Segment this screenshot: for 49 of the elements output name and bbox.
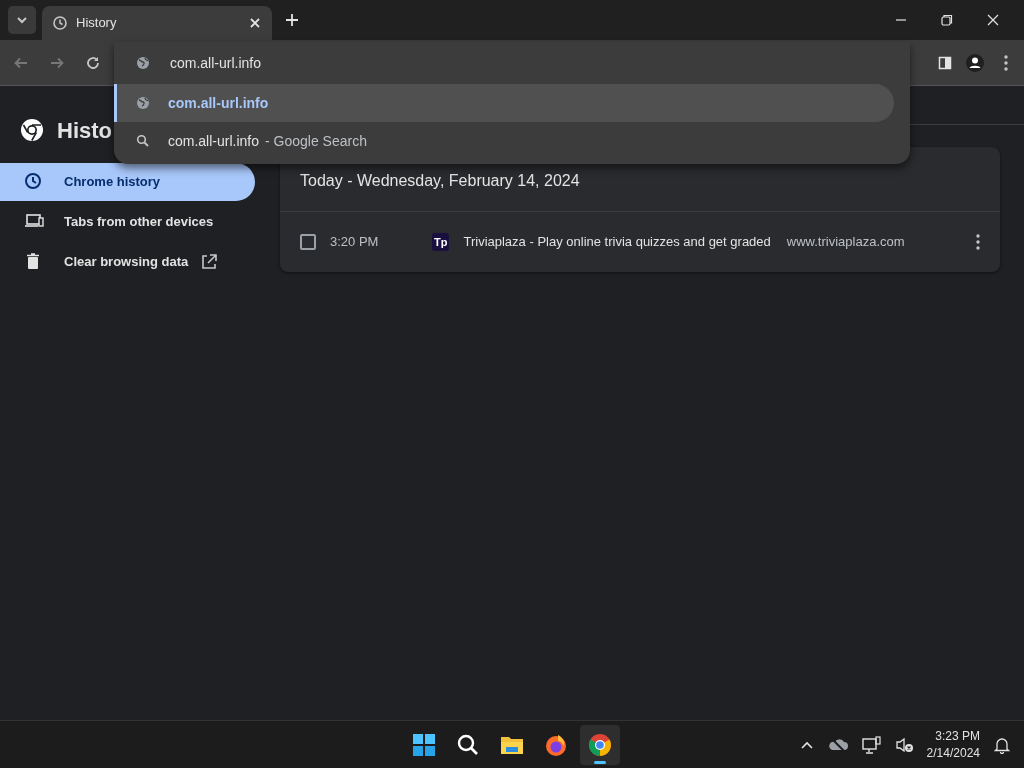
volume-button[interactable] bbox=[894, 736, 913, 753]
clock-time: 3:23 PM bbox=[934, 728, 980, 745]
taskbar-app[interactable] bbox=[580, 725, 620, 765]
side-panel-icon bbox=[938, 55, 952, 70]
sidebar-item[interactable]: Tabs from other devices bbox=[0, 203, 255, 241]
profile-icon bbox=[966, 53, 984, 72]
more-actions-button[interactable] bbox=[976, 234, 980, 250]
windows-logo-icon bbox=[412, 733, 436, 757]
sidebar-item[interactable]: Clear browsing data bbox=[0, 243, 255, 281]
tab-list-button[interactable] bbox=[8, 6, 36, 34]
chrome-logo-icon bbox=[20, 118, 44, 142]
browser-tab[interactable]: History bbox=[42, 6, 272, 40]
firefox-icon bbox=[544, 733, 568, 757]
bell-icon bbox=[994, 735, 1010, 754]
restore-icon bbox=[940, 13, 954, 27]
show-hidden-icons-button[interactable] bbox=[799, 739, 814, 750]
menu-icon bbox=[1004, 54, 1008, 71]
chrome-icon bbox=[588, 733, 612, 757]
globe-icon bbox=[136, 56, 150, 70]
new-tab-button[interactable] bbox=[284, 13, 299, 27]
speaker-muted-icon bbox=[894, 736, 913, 753]
globe-icon bbox=[136, 96, 150, 110]
favicon: Tp bbox=[432, 232, 450, 252]
profile-button[interactable] bbox=[966, 53, 984, 72]
page-title: Histo bbox=[57, 116, 112, 145]
sidebar-item[interactable]: Chrome history bbox=[0, 163, 255, 201]
search-icon bbox=[456, 733, 480, 757]
close-icon bbox=[986, 13, 1000, 27]
visit-time: 3:20 PM bbox=[330, 233, 380, 252]
plus-icon bbox=[284, 13, 299, 27]
domain-text: www.triviaplaza.com bbox=[786, 233, 905, 252]
history-link[interactable]: Triviaplaza - Play online trivia quizzes and get graded bbox=[463, 232, 771, 252]
close-icon bbox=[248, 16, 262, 30]
network-icon bbox=[861, 735, 881, 754]
tab-title: History bbox=[76, 14, 118, 33]
history-icon bbox=[52, 15, 68, 31]
address-bar[interactable]: com.all-url.info bbox=[168, 51, 768, 75]
close-tab-button[interactable] bbox=[248, 16, 262, 30]
notifications-button[interactable] bbox=[994, 735, 1010, 754]
more-icon bbox=[976, 234, 980, 250]
network-button[interactable] bbox=[861, 735, 881, 754]
search-icon bbox=[136, 134, 150, 148]
reload-icon bbox=[85, 54, 101, 71]
history-icon bbox=[24, 172, 44, 192]
checkbox[interactable] bbox=[300, 234, 316, 250]
side-panel-button[interactable] bbox=[938, 55, 952, 70]
clock-date: 2/14/2024 bbox=[926, 744, 980, 761]
caret-up-icon bbox=[799, 739, 814, 750]
suggestion-item[interactable]: com.all-url.info bbox=[114, 84, 894, 122]
